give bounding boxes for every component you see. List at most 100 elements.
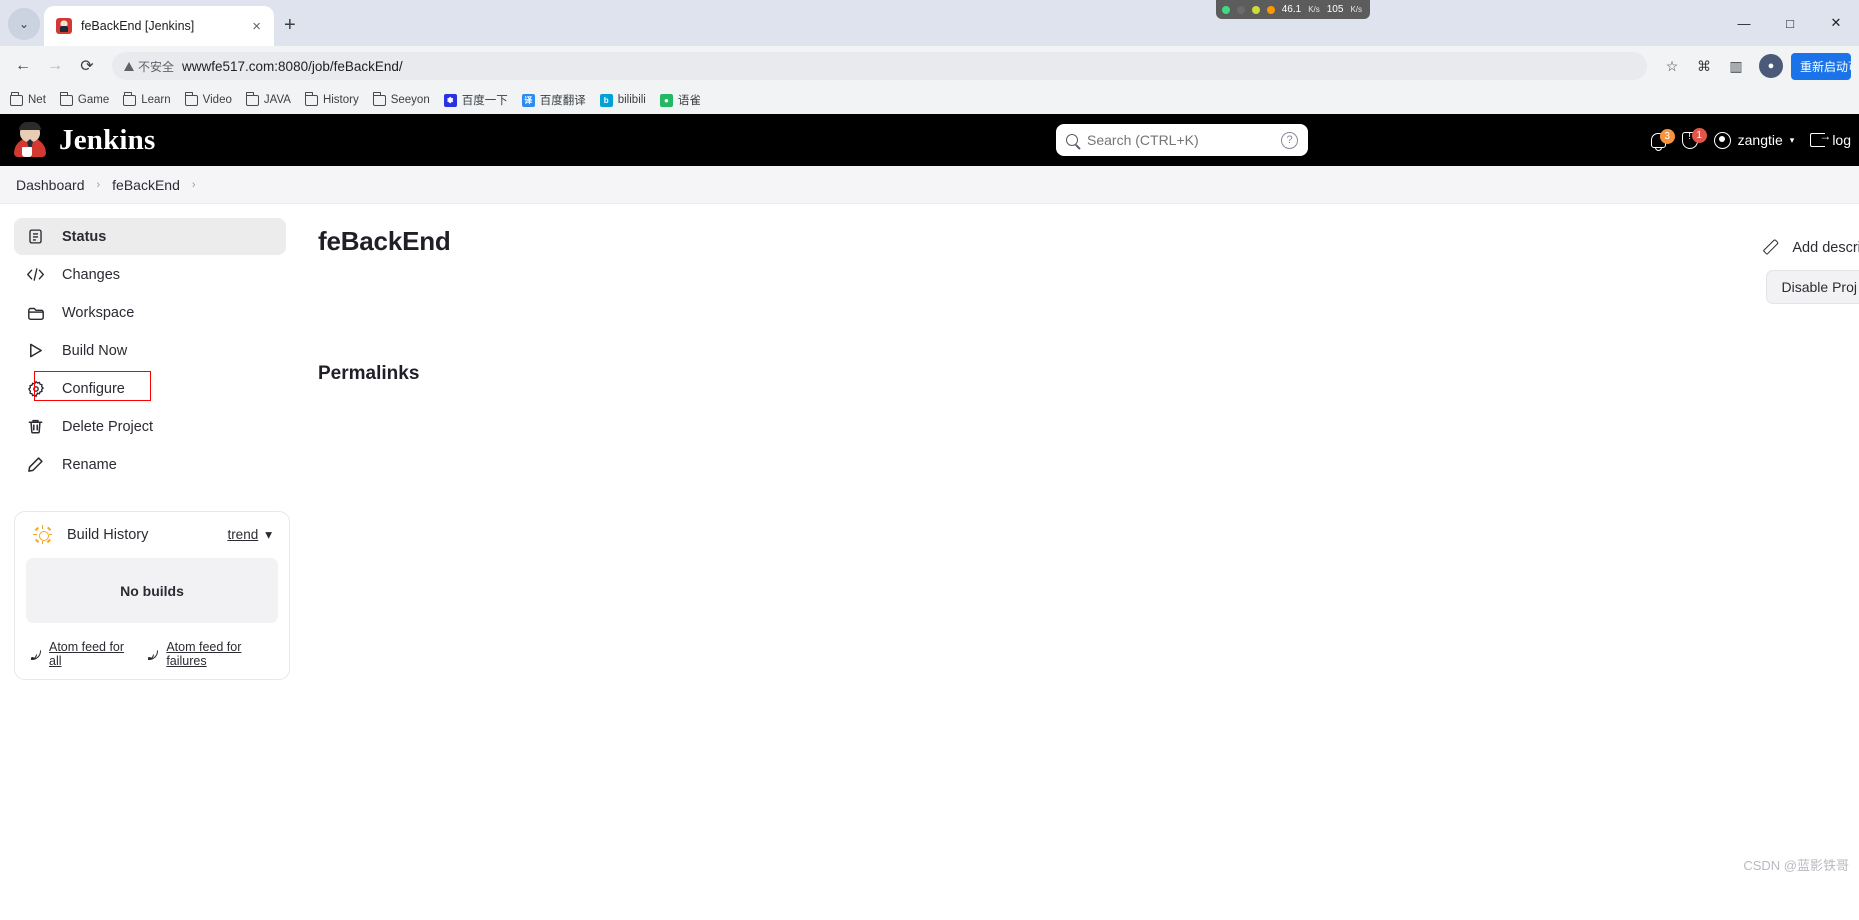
toolbar-right-actions: ☆ ⌘ ▥ ● 重新启动可 <box>1657 51 1851 81</box>
breadcrumb-item-dashboard[interactable]: Dashboard <box>16 177 85 193</box>
browser-tab[interactable]: feBackEnd [Jenkins] × <box>44 6 274 46</box>
play-icon <box>26 341 45 360</box>
sidebar-item-status[interactable]: Status <box>14 218 286 255</box>
bookmark-video[interactable]: Video <box>184 92 232 106</box>
bookmark-net[interactable]: Net <box>10 92 46 106</box>
maximize-button[interactable]: □ <box>1767 0 1813 46</box>
add-description-label: Add descript <box>1792 240 1859 256</box>
sidebar-item-label: Configure <box>62 380 125 397</box>
search-input[interactable] <box>1087 132 1272 148</box>
forward-icon[interactable]: → <box>40 51 70 81</box>
gear-icon <box>26 379 45 398</box>
notifications-button[interactable]: 3 <box>1650 128 1675 151</box>
trend-link[interactable]: trend <box>227 527 258 542</box>
sidebar-item-label: Rename <box>62 456 117 473</box>
chevron-down-icon[interactable]: ▾ <box>265 527 272 543</box>
jenkins-logo[interactable]: Jenkins <box>14 122 156 157</box>
folder-icon <box>26 303 45 322</box>
tab-search-chevron-icon[interactable]: ⌄ <box>8 8 40 40</box>
bookmark-label: Seeyon <box>390 94 430 106</box>
address-bar[interactable]: 不安全 wwwfe517.com:8080/job/feBackEnd/ <box>112 52 1647 80</box>
bookmark-label: 语雀 <box>677 95 701 107</box>
user-icon <box>1713 131 1731 149</box>
bookmark-java[interactable]: JAVA <box>245 92 291 106</box>
bookmark-label: Net <box>28 94 46 106</box>
folder-icon <box>184 92 198 106</box>
folder-icon <box>304 92 318 106</box>
trash-icon <box>26 417 45 436</box>
security-warnings-button[interactable]: 1 <box>1681 127 1707 149</box>
sidebar-item-rename[interactable]: Rename <box>14 446 286 483</box>
rss-icon <box>147 648 160 661</box>
jenkins-header: Jenkins ? 3 1 zangtie ▾ <box>0 114 1859 166</box>
reload-icon[interactable]: ⟳ <box>72 51 102 81</box>
bookmark-label: bilibili <box>617 94 646 106</box>
chevron-right-icon: › <box>96 178 101 191</box>
bookmark-label: JAVA <box>263 94 291 106</box>
yuque-icon: ● <box>659 93 673 107</box>
jenkins-header-actions: 3 1 zangtie ▾ log <box>1650 127 1859 151</box>
rss-icon <box>30 648 43 661</box>
profile-avatar[interactable]: ● <box>1759 54 1783 78</box>
pencil-icon <box>26 455 45 474</box>
bookmark-label: 百度一下 <box>461 95 508 107</box>
help-icon[interactable]: ? <box>1281 131 1298 149</box>
logout-button[interactable]: log <box>1810 129 1851 148</box>
bookmark-seeyon[interactable]: Seeyon <box>372 92 430 106</box>
restore-session-button[interactable]: 重新启动可 <box>1791 52 1851 80</box>
chevron-down-icon: ▾ <box>1789 134 1795 145</box>
minimize-button[interactable]: — <box>1721 0 1767 46</box>
disable-project-button[interactable]: Disable Proj <box>1765 270 1859 304</box>
close-icon[interactable]: × <box>249 17 264 36</box>
sidebar-item-label: Build Now <box>62 342 128 359</box>
sidebar-item-delete-project[interactable]: Delete Project <box>14 408 286 445</box>
build-history-panel: Build History trend ▾ No builds Atom fee… <box>14 511 290 680</box>
trend-control[interactable]: trend ▾ <box>227 527 272 543</box>
sidebar-item-configure[interactable]: Configure <box>14 370 286 407</box>
folder-icon <box>372 92 386 106</box>
window-controls: — □ ✕ <box>1721 0 1859 46</box>
watermark: CSDN @蓝影铁哥 <box>1743 858 1849 873</box>
bilibili-icon: b <box>599 93 613 107</box>
search-box[interactable]: ? <box>1056 124 1308 156</box>
bookmark-yuque[interactable]: ● 语雀 <box>659 92 701 108</box>
sidebar-item-label: Delete Project <box>62 418 154 435</box>
sidebar-item-build-now[interactable]: Build Now <box>14 332 286 369</box>
bookmark-bilibili[interactable]: b bilibili <box>599 93 646 107</box>
download-speed-unit: K/s <box>1350 5 1362 14</box>
bookmark-history[interactable]: History <box>304 92 359 106</box>
sidebar-item-label: Workspace <box>62 304 135 321</box>
window-close-button[interactable]: ✕ <box>1813 0 1859 46</box>
tab-strip: ⌄ feBackEnd [Jenkins] × + 46.1 K/s 105 K… <box>0 0 1859 46</box>
page-actions: Add descript Disable Proj <box>1765 240 1859 304</box>
bookmark-learn[interactable]: Learn <box>123 92 171 106</box>
bookmark-game[interactable]: Game <box>59 92 109 106</box>
sidebar-item-label: Status <box>62 228 107 245</box>
status-dot-orange <box>1266 5 1275 14</box>
atom-feed-failures-link[interactable]: Atom feed for failures <box>166 640 278 668</box>
add-description-button[interactable]: Add descript <box>1766 240 1859 256</box>
sidebar-item-changes[interactable]: Changes <box>14 256 286 293</box>
atom-feed-failures[interactable]: Atom feed for failures <box>147 640 278 668</box>
tab-title: feBackEnd [Jenkins] <box>81 19 195 33</box>
jenkins-wordmark: Jenkins <box>59 123 156 156</box>
side-panel-icon[interactable]: ▥ <box>1721 51 1751 81</box>
user-name: zangtie <box>1737 132 1783 148</box>
document-icon <box>26 227 45 246</box>
sidebar-item-workspace[interactable]: Workspace <box>14 294 286 331</box>
page-title: feBackEnd <box>318 226 451 256</box>
breadcrumb-item-febackend[interactable]: feBackEnd <box>112 177 180 193</box>
atom-feed-all[interactable]: Atom feed for all <box>30 640 134 668</box>
new-tab-button[interactable]: + <box>284 14 296 37</box>
atom-feed-all-link[interactable]: Atom feed for all <box>49 640 134 668</box>
user-menu[interactable]: zangtie ▾ <box>1713 131 1795 149</box>
bookmark-star-icon[interactable]: ☆ <box>1657 51 1687 81</box>
back-icon[interactable]: ← <box>8 51 38 81</box>
main-content: feBackEnd Permalinks Add descript Disabl… <box>296 204 1859 680</box>
pencil-icon <box>1766 241 1781 256</box>
not-secure-indicator[interactable]: 不安全 <box>124 58 174 75</box>
upload-speed-unit: K/s <box>1308 5 1320 14</box>
extensions-icon[interactable]: ⌘ <box>1689 51 1719 81</box>
bookmark-baidu-translate[interactable]: 译 百度翻译 <box>521 92 586 108</box>
bookmark-baidu[interactable]: ❃ 百度一下 <box>443 92 508 108</box>
